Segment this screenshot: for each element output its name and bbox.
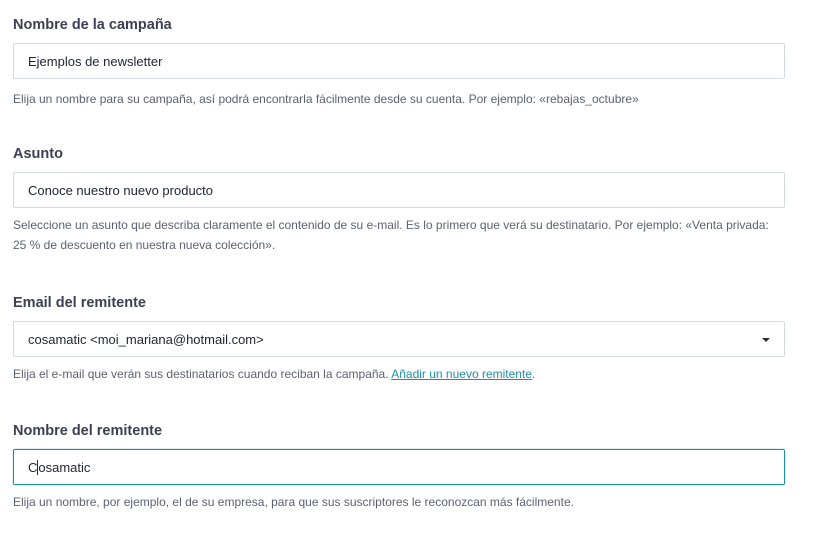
sender-email-selected: cosamatic <moi_mariana@hotmail.com>	[28, 331, 264, 347]
subject-input[interactable]	[13, 172, 785, 208]
sender-name-field[interactable]: Cosamatic	[13, 449, 785, 485]
subject-group: Asunto Seleccione un asunto que describa…	[13, 145, 785, 255]
sender-name-label: Nombre del remitente	[13, 423, 163, 439]
campaign-name-help: Elija un nombre para su campaña, así pod…	[13, 92, 639, 106]
sender-name-input[interactable]	[13, 449, 785, 485]
campaign-name-input[interactable]	[13, 43, 785, 79]
sender-email-label: Email del remitente	[13, 295, 146, 311]
campaign-name-label: Nombre de la campaña	[13, 17, 172, 33]
sender-email-help-suffix: .	[531, 367, 536, 381]
subject-help: Seleccione un asunto que describa claram…	[13, 218, 769, 252]
sender-email-help-text: Elija el e-mail que verán sus destinatar…	[13, 367, 389, 381]
campaign-name-group: Nombre de la campaña Elija un nombre par…	[13, 16, 785, 109]
sender-email-select[interactable]: cosamatic <moi_mariana@hotmail.com>	[13, 321, 785, 357]
add-sender-link[interactable]: Añadir un nuevo remitente	[391, 367, 532, 381]
sender-email-group: Email del remitente cosamatic <moi_maria…	[13, 294, 785, 384]
sender-name-group: Nombre del remitente Cosamatic Elija un …	[13, 422, 785, 512]
chevron-down-icon	[762, 338, 770, 342]
sender-email-help: Elija el e-mail que verán sus destinatar…	[13, 364, 785, 384]
sender-name-help: Elija un nombre, por ejemplo, el de su e…	[13, 495, 574, 509]
subject-label: Asunto	[13, 146, 63, 162]
